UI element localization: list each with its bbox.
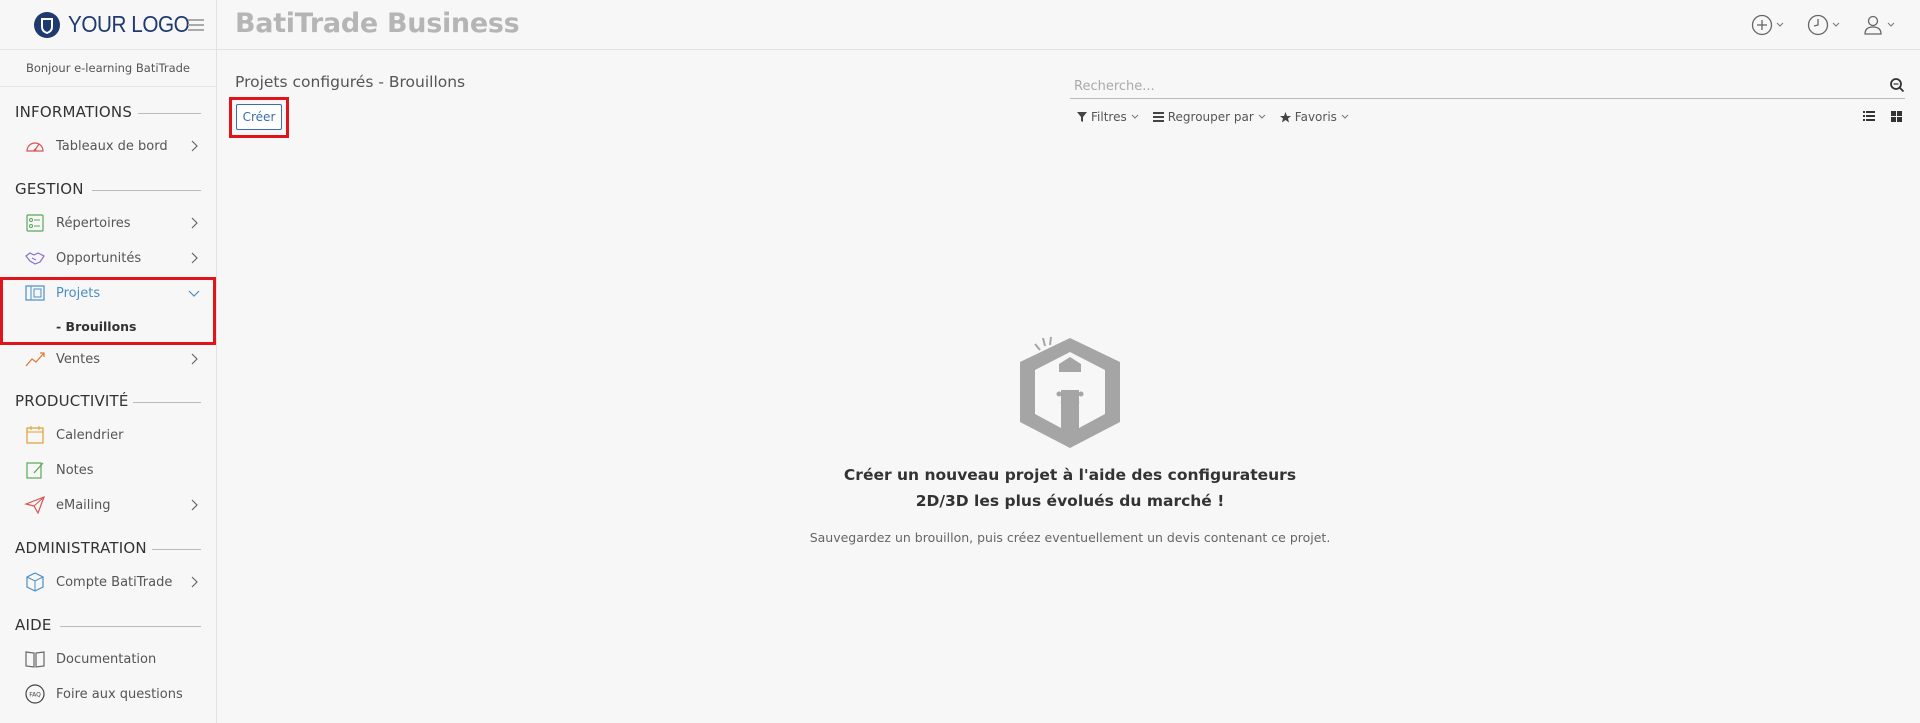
sidebar-item-notes[interactable]: Notes	[24, 458, 204, 482]
book-icon	[25, 651, 45, 668]
history-menu-button[interactable]	[1807, 13, 1840, 37]
highlight-box-projets	[0, 277, 216, 345]
chevron-down-icon	[1887, 22, 1895, 27]
favorites-label: Favoris	[1294, 110, 1337, 124]
sidebar-item-label: Répertoires	[56, 215, 131, 231]
section-divider	[152, 549, 201, 550]
sales-chart-icon	[25, 352, 45, 367]
sidebar-item-tableaux-de-bord[interactable]: Tableaux de bord	[24, 134, 204, 158]
sidebar-item-emailing[interactable]: eMailing	[24, 493, 204, 517]
filters-dropdown[interactable]: Filtres	[1077, 110, 1139, 124]
notes-icon	[26, 462, 44, 479]
page-title: Projets configurés - Brouillons	[235, 73, 466, 91]
chevron-down-icon	[1832, 22, 1840, 27]
user-greeting: Bonjour e-learning BatiTrade	[0, 50, 216, 87]
clock-icon	[1807, 14, 1829, 36]
section-divider	[92, 190, 201, 191]
chevron-down-icon	[1776, 22, 1784, 27]
filters-label: Filtres	[1091, 110, 1127, 124]
section-gestion: GESTION	[15, 180, 84, 198]
user-icon	[1864, 15, 1882, 35]
section-divider	[138, 113, 201, 114]
sidebar-item-label: Foire aux questions	[56, 686, 183, 702]
sidebar-item-label: Ventes	[56, 351, 100, 367]
section-informations: INFORMATIONS	[15, 103, 133, 121]
chevron-right-icon	[191, 140, 198, 152]
svg-text:FAQ: FAQ	[29, 692, 41, 699]
empty-heading-line2: 2D/3D les plus évolués du marché !	[915, 492, 1225, 510]
app-title: BatiTrade Business	[235, 8, 520, 39]
directory-icon	[26, 214, 44, 232]
menu-toggle-icon[interactable]	[188, 19, 204, 31]
empty-state-heading: Créer un nouveau projet à l'aide des con…	[640, 462, 1500, 514]
sidebar-item-repertoires[interactable]: Répertoires	[24, 211, 204, 235]
logo-area: YOUR LOGO	[0, 0, 216, 50]
sidebar-item-ventes[interactable]: Ventes	[24, 347, 204, 371]
sidebar-item-label: Compte BatiTrade	[56, 574, 173, 590]
section-productivite: PRODUCTIVITÉ	[15, 392, 129, 410]
chevron-down-icon	[1341, 114, 1349, 119]
app-root: YOUR LOGO Bonjour e-learning BatiTrade I…	[0, 0, 1920, 723]
empty-state-subtext: Sauvegardez un brouillon, puis créez eve…	[809, 530, 1331, 545]
add-menu-button[interactable]	[1751, 13, 1784, 37]
section-aide: AIDE	[15, 616, 52, 634]
plus-circle-icon	[1751, 14, 1773, 36]
sidebar-item-label: Documentation	[56, 651, 157, 667]
logo-text: YOUR LOGO	[68, 11, 190, 37]
search-box	[1070, 73, 1905, 99]
chevron-right-icon	[191, 499, 198, 511]
chevron-right-icon	[191, 353, 198, 365]
group-by-dropdown[interactable]: Regrouper par	[1152, 110, 1266, 124]
section-administration: ADMINISTRATION	[15, 539, 147, 557]
empty-state: Créer un nouveau projet à l'aide des con…	[640, 330, 1500, 545]
logo-icon	[34, 11, 60, 38]
chevron-down-icon	[1131, 114, 1139, 119]
dashboard-icon	[26, 142, 44, 152]
filter-icon	[1077, 112, 1087, 122]
section-divider	[60, 626, 201, 627]
sidebar-item-documentation[interactable]: Documentation	[24, 647, 204, 671]
star-icon	[1279, 111, 1291, 122]
section-divider	[133, 402, 201, 403]
empty-box-icon	[1020, 336, 1120, 448]
sidebar-item-faq[interactable]: FAQ Foire aux questions	[24, 682, 204, 706]
paper-plane-icon	[24, 495, 46, 515]
sidebar-item-label: Tableaux de bord	[56, 138, 168, 154]
chevron-right-icon	[191, 576, 198, 588]
group-by-label: Regrouper par	[1167, 110, 1254, 124]
sidebar-item-calendrier[interactable]: Calendrier	[24, 423, 204, 447]
sidebar-item-label: Calendrier	[56, 427, 124, 443]
sidebar-item-label: eMailing	[56, 497, 111, 513]
topbar: BatiTrade Business	[217, 0, 1920, 50]
user-menu-button[interactable]	[1862, 13, 1895, 37]
grid-view-icon[interactable]	[1891, 111, 1902, 122]
handshake-icon	[25, 252, 45, 265]
view-switcher	[1863, 111, 1902, 122]
search-icon[interactable]	[1889, 77, 1905, 93]
favorites-dropdown[interactable]: Favoris	[1279, 110, 1349, 124]
chevron-right-icon	[191, 217, 198, 229]
calendar-icon	[26, 426, 44, 444]
sidebar-item-label: Opportunités	[56, 250, 142, 266]
chevron-right-icon	[191, 252, 198, 264]
filter-bar: Filtres Regrouper par Favoris	[1077, 110, 1349, 124]
empty-heading-line1: Créer un nouveau projet à l'aide des con…	[843, 466, 1297, 484]
highlight-box-create	[229, 97, 289, 138]
search-input[interactable]	[1074, 75, 1854, 97]
sidebar-item-compte-batitrade[interactable]: Compte BatiTrade	[24, 570, 204, 594]
chevron-down-icon	[1258, 114, 1266, 119]
list-view-icon[interactable]	[1863, 111, 1875, 121]
sidebar-item-opportunites[interactable]: Opportunités	[24, 246, 204, 270]
sidebar: YOUR LOGO Bonjour e-learning BatiTrade I…	[0, 0, 217, 723]
sidebar-item-label: Notes	[56, 462, 94, 478]
faq-icon: FAQ	[25, 684, 45, 704]
list-bars-icon	[1152, 112, 1164, 122]
account-building-icon	[26, 572, 44, 592]
